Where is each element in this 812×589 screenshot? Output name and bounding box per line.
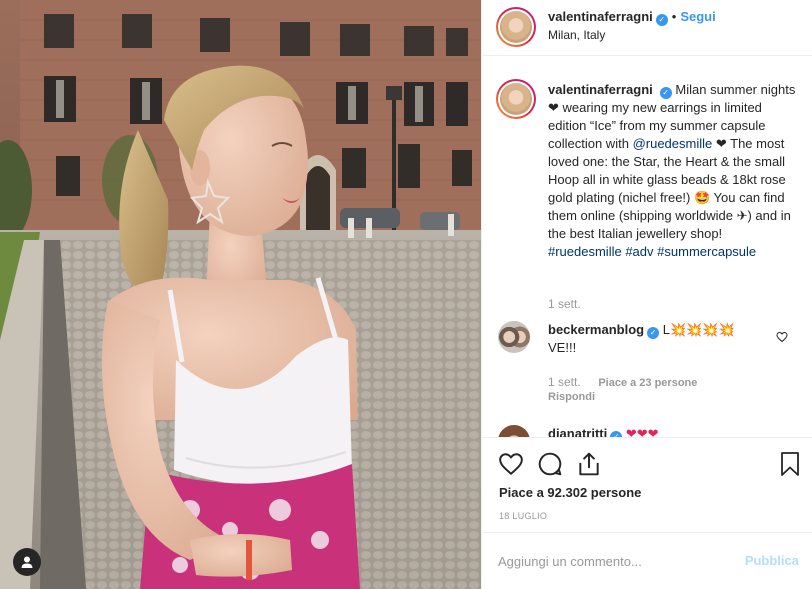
post-actions: Piace a 92.302 persone 18 LUGLIO [482,437,812,521]
post-location[interactable]: Milan, Italy [548,28,605,42]
comment-input[interactable] [498,551,718,571]
likes-count[interactable]: Piace a 92.302 persone [499,485,641,500]
post-date[interactable]: 18 LUGLIO [499,511,547,521]
post-photo[interactable] [0,0,481,589]
author-username[interactable]: valentinaferragni [548,9,653,24]
hashtag-link[interactable]: #adv [625,244,653,259]
hashtag-link[interactable]: #ruedesmille [548,244,622,259]
comment-username[interactable]: dianatritti [548,426,607,437]
caption-text-part2: ❤ The most loved one: the Star, the Hear… [548,136,791,241]
caption-author-avatar[interactable] [496,79,536,119]
author-avatar[interactable] [496,7,536,47]
verified-badge-icon: ✓ [647,327,660,339]
comment-item: beckermanblog ✓ L💥💥💥💥 VE!!! [548,321,758,357]
user-icon [21,556,33,568]
comment-like-heart-icon[interactable] [776,331,788,343]
post-caption: valentinaferragni ✓ Milan summer nights ❤… [548,81,798,261]
bookmark-icon[interactable] [778,451,802,477]
comment-likes[interactable]: Piace a 23 persone [598,377,697,389]
add-comment-bar: Pubblica [482,532,812,589]
comment-item: dianatritti ✓ ❤❤❤ [548,425,758,437]
commenter-avatar[interactable] [498,425,530,437]
heart-outline-icon[interactable] [498,451,524,477]
comments-list[interactable]: valentinaferragni ✓ Milan summer nights ❤… [482,57,812,437]
follow-button[interactable]: Segui [680,9,715,24]
hashtag-link[interactable]: #summercapsule [657,244,756,259]
post-header: valentinaferragni ✓ • Segui Milan, Italy [482,0,812,56]
comment-timestamp[interactable]: 1 sett. [548,375,581,389]
caption-username[interactable]: valentinaferragni [548,82,653,97]
caption-timestamp[interactable]: 1 sett. [548,297,581,311]
comment-bubble-icon[interactable] [537,451,563,477]
comment-username[interactable]: beckermanblog [548,322,644,337]
publish-button[interactable]: Pubblica [745,553,799,568]
verified-badge-icon: ✓ [659,87,672,99]
separator-dot: • [671,9,677,24]
mention-link[interactable]: @ruedesmille [633,136,713,151]
tagged-users-button[interactable] [13,548,41,576]
verified-badge-icon: ✓ [655,14,668,26]
reply-button[interactable]: Rispondi [548,391,595,403]
post-image [0,0,481,589]
commenter-avatar[interactable] [498,321,530,353]
post-side-panel: valentinaferragni ✓ • Segui Milan, Italy va… [481,0,812,589]
share-icon[interactable] [576,451,602,477]
comment-text: ❤❤❤ [625,426,659,437]
